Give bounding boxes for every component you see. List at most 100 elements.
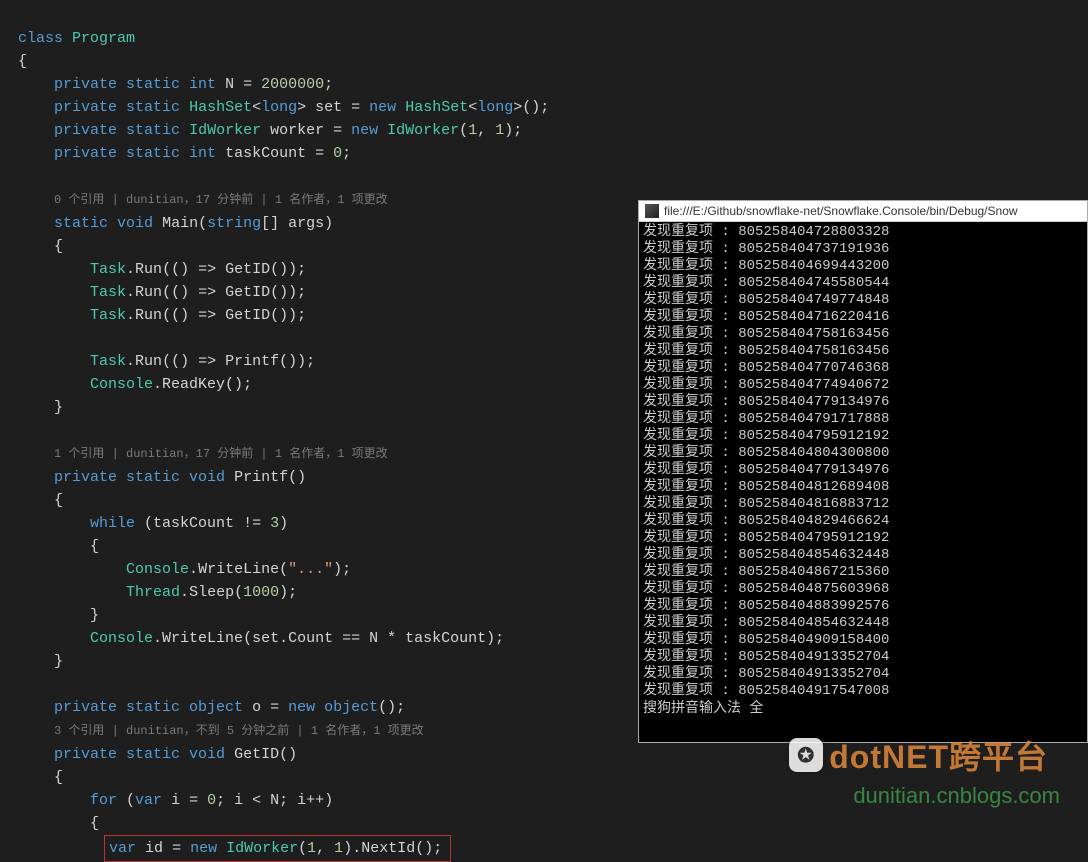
console-line: 发现重复项 : 805258404913352704: [643, 666, 1081, 683]
console-line: 发现重复项 : 805258404854632448: [643, 547, 1081, 564]
type: IdWorker: [189, 122, 261, 139]
watermark-text: dotNET跨平台: [829, 732, 1048, 778]
keyword: while: [90, 515, 135, 532]
number: 3: [270, 515, 279, 532]
keyword: private static: [54, 122, 180, 139]
generic: long: [477, 99, 513, 116]
method: ReadKey(): [162, 376, 243, 393]
number: 0: [333, 145, 342, 162]
var: id: [145, 840, 163, 857]
type: Task: [90, 353, 126, 370]
param: args: [288, 215, 324, 232]
keyword: private static int: [54, 76, 216, 93]
console-line: 发现重复项 : 805258404875603968: [643, 581, 1081, 598]
console-line: 发现重复项 : 805258404728803328: [643, 224, 1081, 241]
type: Task: [90, 261, 126, 278]
method: WriteLine: [198, 561, 279, 578]
keyword: var: [135, 792, 162, 809]
console-line: 发现重复项 : 805258404804300800: [643, 445, 1081, 462]
codelens: 0 个引用 | dunitian，17 分钟前 | 1 名作者，1 项更改: [54, 193, 388, 207]
type: HashSet: [189, 99, 252, 116]
keyword: private static void: [54, 746, 225, 763]
field: set: [315, 99, 342, 116]
console-line: 发现重复项 : 805258404779134976: [643, 462, 1081, 479]
console-titlebar[interactable]: file:///E:/Github/snowflake-net/Snowflak…: [639, 201, 1087, 222]
console-line: 发现重复项 : 805258404867215360: [643, 564, 1081, 581]
method: Run: [135, 284, 162, 301]
console-output[interactable]: 发现重复项 : 805258404728803328 发现重复项 : 805258…: [639, 222, 1087, 742]
method: Printf(): [234, 469, 306, 486]
console-line: 发现重复项 : 805258404795912192: [643, 530, 1081, 547]
var: i: [171, 792, 180, 809]
console-line: 发现重复项 : 805258404774940672: [643, 377, 1081, 394]
method: Run: [135, 353, 162, 370]
codelens: 1 个引用 | dunitian，17 分钟前 | 1 名作者，1 项更改: [54, 447, 388, 461]
type: IdWorker: [387, 122, 459, 139]
ime-bar: 搜狗拼音输入法 全: [643, 700, 1081, 718]
keyword: private static void: [54, 469, 225, 486]
method: Sleep: [189, 584, 234, 601]
field-n: N: [225, 76, 234, 93]
number: 1: [334, 840, 343, 857]
highlighted-line: var id = new IdWorker(1, 1).NextId();: [104, 835, 451, 862]
keyword: new: [190, 840, 217, 857]
number: 0: [207, 792, 216, 809]
console-line: 发现重复项 : 805258404716220416: [643, 309, 1081, 326]
console-line: 发现重复项 : 805258404699443200: [643, 258, 1081, 275]
watermark-wechat: ✪ dotNET跨平台: [789, 732, 1048, 778]
args: 1: [495, 122, 504, 139]
console-line: 发现重复项 : 805258404854632448: [643, 615, 1081, 632]
type: Task: [90, 307, 126, 324]
keyword: new object: [288, 699, 378, 716]
keyword: private static object: [54, 699, 243, 716]
watermark-blog: dunitian.cnblogs.com: [853, 783, 1060, 809]
type: Task: [90, 284, 126, 301]
type: Console: [126, 561, 189, 578]
console-icon: [645, 204, 659, 218]
console-line: 发现重复项 : 805258404749774848: [643, 292, 1081, 309]
field: worker: [270, 122, 324, 139]
call: Printf(): [225, 353, 297, 370]
keyword: new: [351, 122, 378, 139]
method: NextId(): [361, 840, 433, 857]
console-line: 发现重复项 : 805258404812689408: [643, 479, 1081, 496]
type: HashSet: [405, 99, 468, 116]
console-window[interactable]: file:///E:/Github/snowflake-net/Snowflak…: [638, 200, 1088, 743]
console-line: 发现重复项 : 805258404883992576: [643, 598, 1081, 615]
cond: taskCount: [153, 515, 234, 532]
number: 1000: [243, 584, 279, 601]
console-line: 发现重复项 : 805258404816883712: [643, 496, 1081, 513]
call: GetID(): [225, 307, 288, 324]
method: Run: [135, 261, 162, 278]
args: 1: [468, 122, 477, 139]
type: Console: [90, 630, 153, 647]
type: IdWorker: [226, 840, 298, 857]
method: Main: [162, 215, 198, 232]
keyword: new: [369, 99, 396, 116]
generic: long: [261, 99, 297, 116]
method: GetID(): [234, 746, 297, 763]
keyword: for: [90, 792, 117, 809]
class-name: Program: [72, 30, 135, 47]
keyword: static void: [54, 215, 153, 232]
console-line: 发现重复项 : 805258404791717888: [643, 411, 1081, 428]
cond: i < N: [234, 792, 279, 809]
console-line: 发现重复项 : 805258404909158400: [643, 632, 1081, 649]
method: WriteLine: [162, 630, 243, 647]
type: string: [207, 215, 261, 232]
console-line: 发现重复项 : 805258404913352704: [643, 649, 1081, 666]
codelens: 3 个引用 | dunitian，不到 5 分钟之前 | 1 名作者，1 项更改: [54, 724, 424, 738]
console-line: 发现重复项 : 805258404770746368: [643, 360, 1081, 377]
console-title-text: file:///E:/Github/snowflake-net/Snowflak…: [664, 204, 1018, 218]
console-line: 发现重复项 : 805258404745580544: [643, 275, 1081, 292]
console-line: 发现重复项 : 805258404917547008: [643, 683, 1081, 700]
console-line: 发现重复项 : 805258404779134976: [643, 394, 1081, 411]
call: GetID(): [225, 284, 288, 301]
keyword-class: class: [18, 30, 63, 47]
keyword: var: [109, 840, 136, 857]
expr: set.Count == N * taskCount: [252, 630, 486, 647]
keyword: private static: [54, 99, 180, 116]
number: 2000000: [261, 76, 324, 93]
console-line: 发现重复项 : 805258404795912192: [643, 428, 1081, 445]
number: 1: [307, 840, 316, 857]
